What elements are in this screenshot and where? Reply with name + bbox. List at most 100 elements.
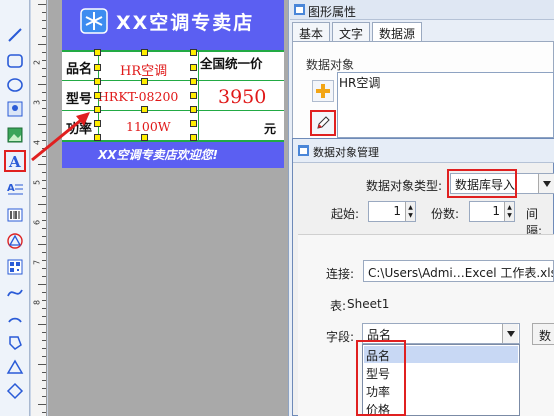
text-tool[interactable]: A <box>4 150 26 172</box>
qrcode-icon <box>7 259 23 275</box>
vertical-ruler: 2 3 4 5 6 7 8 <box>31 0 47 416</box>
spin-arrows-icon[interactable]: ▲ ▼ <box>504 202 514 221</box>
highlight-box <box>356 340 406 416</box>
ruler-tick <box>42 236 46 237</box>
label-price-value[interactable]: 3950 <box>218 86 266 108</box>
label-value-name[interactable]: HR空调 <box>120 60 167 79</box>
ruler-tick <box>42 380 46 381</box>
text-a-icon: A <box>8 153 21 170</box>
resize-handle[interactable] <box>141 106 148 113</box>
label-value-power[interactable]: 1100W <box>126 119 171 134</box>
shape-tool[interactable] <box>4 230 26 252</box>
chevron-down-icon[interactable] <box>502 324 518 343</box>
resize-handle[interactable] <box>190 134 197 141</box>
ruler-tick <box>38 204 46 205</box>
ruler-tick <box>42 348 46 349</box>
resize-handle[interactable] <box>141 49 148 56</box>
ruler-tick <box>42 28 46 29</box>
label-value-model[interactable]: HRKT-08200 <box>98 89 178 104</box>
resize-handle[interactable] <box>190 106 197 113</box>
resize-handle[interactable] <box>190 92 197 99</box>
ruler-tick <box>38 324 46 325</box>
tab-datasource[interactable]: 数据源 <box>372 22 423 42</box>
label-nationwide-price[interactable]: 全国统一价 <box>200 53 263 72</box>
add-data-object-button[interactable] <box>312 80 334 102</box>
diamond-icon <box>6 382 24 400</box>
label-footer[interactable]: XX空调专卖店欢迎您! <box>98 146 218 163</box>
pencil-icon <box>317 116 330 129</box>
ruler-tick <box>42 372 46 373</box>
ruler-tick <box>42 396 46 397</box>
table-label: 表: <box>330 299 347 313</box>
image-icon <box>7 101 23 117</box>
curve-icon <box>7 289 23 297</box>
window-icon <box>294 4 305 15</box>
ruler-tick <box>42 332 46 333</box>
picture-tool[interactable] <box>4 124 26 146</box>
label-key-name[interactable]: 品名 <box>66 58 92 77</box>
ruler-number: 5 <box>32 179 42 186</box>
resize-handle[interactable] <box>141 134 148 141</box>
triangle-tool[interactable] <box>4 356 26 378</box>
ruler-tick <box>38 84 46 85</box>
resize-handle[interactable] <box>190 49 197 56</box>
annotation-arrow-icon <box>31 112 90 162</box>
resize-handle[interactable] <box>141 78 148 85</box>
multiline-text-tool[interactable]: A <box>4 178 26 200</box>
table-value: Sheet1 <box>347 297 390 311</box>
qrcode-tool[interactable] <box>4 256 26 278</box>
edit-data-object-button[interactable] <box>310 110 336 136</box>
resize-handle[interactable] <box>190 78 197 85</box>
connection-path-field[interactable]: C:\Users\Admi…Excel 工作表.xls <box>363 260 554 282</box>
resize-handle[interactable] <box>190 64 197 71</box>
ruler-tick <box>38 44 46 45</box>
polygon-tool[interactable] <box>4 332 26 354</box>
paragraph-icon: A <box>7 183 23 195</box>
resize-handle[interactable] <box>94 64 101 71</box>
list-item[interactable]: HR空调 <box>339 74 380 91</box>
image-tool[interactable] <box>4 98 26 120</box>
barcode-icon <box>7 208 23 222</box>
resize-handle[interactable] <box>94 78 101 85</box>
barcode-tool[interactable] <box>4 204 26 226</box>
field-insert-button[interactable]: 数 <box>532 323 554 345</box>
diamond-tool[interactable] <box>4 380 26 402</box>
copies-label: 份数: <box>431 207 460 221</box>
ruler-tick <box>42 388 46 389</box>
curve-tool[interactable] <box>4 282 26 304</box>
tab-text[interactable]: 文字 <box>332 22 371 42</box>
ruler-tick <box>42 316 46 317</box>
ruler-number: 6 <box>32 219 42 226</box>
spin-arrows-icon[interactable]: ▲ ▼ <box>405 202 415 221</box>
tab-basic[interactable]: 基本 <box>292 22 331 42</box>
arc-tool[interactable] <box>4 306 26 328</box>
ruler-number: 2 <box>32 59 42 66</box>
field-label: 字段: <box>326 330 355 344</box>
svg-text:A: A <box>7 183 15 194</box>
ellipse-icon <box>7 78 23 92</box>
resize-handle[interactable] <box>190 120 197 127</box>
resize-handle[interactable] <box>94 49 101 56</box>
ruler-tick <box>42 276 46 277</box>
connection-label: 连接: <box>326 267 355 281</box>
table-col-line <box>198 50 199 142</box>
ruler-tick <box>42 36 46 37</box>
polygon-icon <box>9 336 22 350</box>
data-object-group-label: 数据对象 <box>306 58 355 72</box>
label-title[interactable]: XX空调专卖店 <box>116 8 254 35</box>
ruler-tick <box>42 172 46 173</box>
triangle-circle-icon <box>7 233 23 249</box>
ellipse-tool[interactable] <box>4 74 26 96</box>
data-object-type-label: 数据对象类型: <box>366 179 443 193</box>
label-currency[interactable]: 元 <box>264 120 276 137</box>
arc-icon <box>8 317 22 323</box>
picture-icon <box>7 127 23 143</box>
rectangle-tool[interactable] <box>4 50 26 72</box>
ruler-tick <box>42 52 46 53</box>
ruler-tick <box>38 284 46 285</box>
ruler-tick <box>42 412 46 413</box>
chevron-down-icon[interactable] <box>538 174 554 193</box>
rectangle-icon <box>7 54 23 68</box>
line-tool[interactable] <box>4 24 26 46</box>
ruler-tick <box>38 4 46 5</box>
